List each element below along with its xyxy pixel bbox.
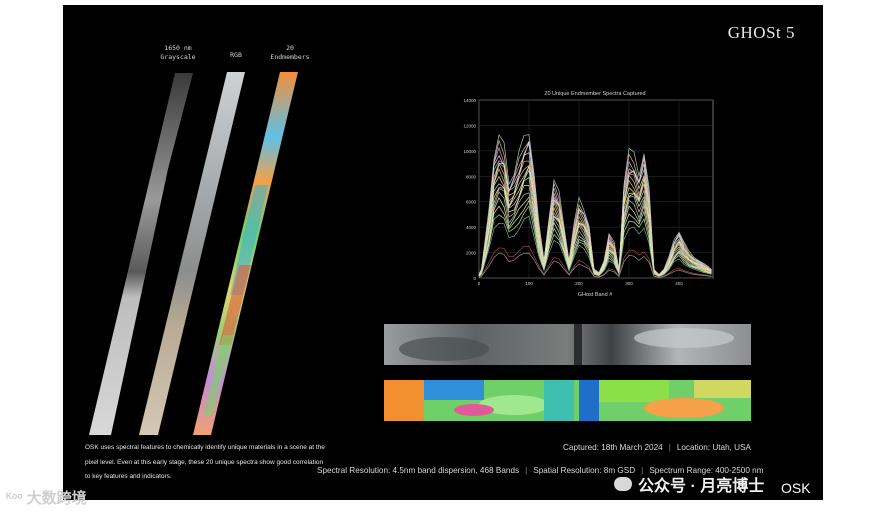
watermark-right: 公众号 · 月亮博士 [614,472,764,496]
y-tick-label: 14000 [463,98,476,103]
grayscale-strip [89,73,193,435]
description-text: OSK uses spectral features to chemically… [85,444,325,480]
y-tick-label: 10000 [463,149,476,154]
watermark-left-text: 大数跨境 [26,490,87,507]
capture-info: Captured: 18th March 2024 | Location: Utah… [563,443,752,452]
rgb-thumbnail [384,324,751,365]
y-tick-label: 4000 [466,225,477,230]
osk-watermark: OSK [781,480,811,496]
chart-x-label: GHost Band # [578,292,613,298]
y-tick-label: 6000 [466,200,477,205]
x-tick-label: 200 [575,281,583,286]
rgb-strip [139,72,245,435]
captured-date: Captured: 18th March 2024 [563,443,663,452]
watermark-left: ᴷᵒᵒ 大数跨境 [6,487,87,508]
endmember-thumbnail [384,380,751,421]
watermark-right-text: 公众号 · 月亮博士 [638,478,765,495]
presentation-slide: GHOSt 5 1650 nm Grayscale RGB 20 Endmemb… [63,5,823,500]
watermark-logo-icon: ᴷᵒᵒ [6,490,23,505]
capture-location: Location: Utah, USA [676,443,752,452]
y-tick-label: 12000 [463,123,476,128]
x-tick-label: 300 [625,281,633,286]
spectral-resolution: Spectral Resolution: 4.5nm band dispersi… [317,466,520,475]
chart-plot-area: 020004000600080001000012000140000 100 200 3… [463,98,714,286]
chart-title: 20 Unique Endmember Spectra Captured [544,91,645,97]
x-tick-label: 100 [525,281,533,286]
wechat-icon [614,477,632,491]
y-tick-label: 8000 [466,174,477,179]
x-tick-label: 400 [675,281,683,286]
y-tick-label: 2000 [466,251,477,256]
spectra-chart: 20 Unique Endmember Spectra Captured GHo… [439,88,719,300]
